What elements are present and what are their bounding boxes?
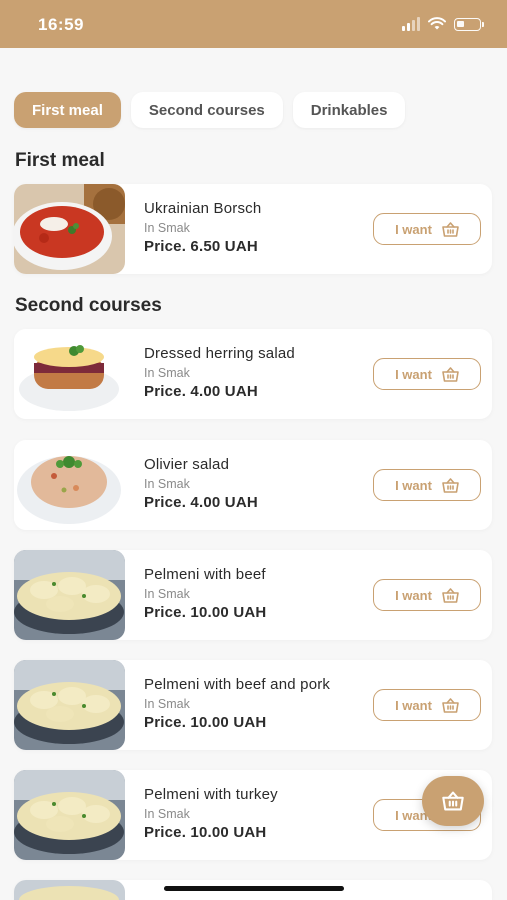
- basket-icon: [442, 587, 459, 603]
- dish-price: Price. 10.00 UAH: [144, 824, 267, 841]
- battery-icon: [454, 17, 484, 31]
- i-want-button[interactable]: I want: [373, 469, 481, 501]
- basket-icon: [442, 221, 459, 237]
- status-bar: 16:59: [0, 0, 507, 48]
- dish-image-pelmeni: [14, 880, 125, 900]
- dish-image-pelmeni: [14, 770, 125, 860]
- i-want-label: I want: [395, 477, 432, 493]
- category-tabs: First meal Second courses Drinkables: [14, 92, 406, 128]
- dish-price: Price. 10.00 UAH: [144, 714, 267, 731]
- status-time: 16:59: [38, 15, 84, 34]
- section-title-second-courses: Second courses: [15, 295, 162, 316]
- dish-card[interactable]: Pelmeni with turkey In Smak Price. 10.00…: [14, 770, 492, 860]
- dish-image-olivier-salad: [14, 440, 125, 530]
- dish-info: Pelmeni with beef and pork In Smak Price…: [144, 676, 330, 731]
- dish-info: Pelmeni with beef In Smak Price. 10.00 U…: [144, 566, 266, 621]
- dish-card[interactable]: Dressed herring salad In Smak Price. 4.0…: [14, 329, 492, 419]
- dish-image-borsch: [14, 184, 125, 274]
- dish-name: Pelmeni with beef and pork: [144, 676, 331, 693]
- basket-icon: [442, 697, 459, 713]
- dish-place: In Smak: [144, 587, 190, 601]
- status-icons: [402, 16, 484, 32]
- wifi-icon: [428, 17, 446, 30]
- dish-info: Olivier salad In Smak Price. 4.00 UAH: [144, 456, 258, 511]
- section-title-first-meal: First meal: [15, 150, 105, 171]
- dish-place: In Smak: [144, 697, 190, 711]
- dish-place: In Smak: [144, 366, 190, 380]
- dish-name: Dressed herring salad: [144, 345, 295, 362]
- dish-place: In Smak: [144, 221, 190, 235]
- dish-info: Dressed herring salad In Smak Price. 4.0…: [144, 345, 295, 400]
- i-want-button[interactable]: I want: [373, 358, 481, 390]
- i-want-label: I want: [395, 221, 432, 237]
- tab-second-courses[interactable]: Second courses: [130, 92, 283, 128]
- basket-icon: [442, 366, 459, 382]
- dish-place: In Smak: [144, 807, 190, 821]
- dish-name: Pelmeni with turkey: [144, 786, 278, 803]
- tab-drinkables[interactable]: Drinkables: [292, 92, 406, 128]
- cart-fab-button[interactable]: [422, 776, 484, 826]
- i-want-label: I want: [395, 366, 432, 382]
- dish-image-herring-salad: [14, 329, 125, 419]
- dish-price: Price. 6.50 UAH: [144, 238, 258, 255]
- i-want-label: I want: [395, 587, 432, 603]
- dish-card[interactable]: Pelmeni with beef In Smak Price. 10.00 U…: [14, 550, 492, 640]
- basket-icon: [442, 791, 464, 811]
- dish-card[interactable]: Ukrainian Borsch In Smak Price. 6.50 UAH…: [14, 184, 492, 274]
- dish-info: Pelmeni with turkey In Smak Price. 10.00…: [144, 786, 278, 841]
- basket-icon: [442, 477, 459, 493]
- dish-card[interactable]: Olivier salad In Smak Price. 4.00 UAH I …: [14, 440, 492, 530]
- signal-icon: [402, 17, 420, 31]
- dish-price: Price. 10.00 UAH: [144, 604, 267, 621]
- home-indicator: [164, 886, 344, 891]
- dish-image-pelmeni: [14, 660, 125, 750]
- i-want-button[interactable]: I want: [373, 213, 481, 245]
- i-want-button[interactable]: I want: [373, 689, 481, 721]
- dish-price: Price. 4.00 UAH: [144, 494, 258, 511]
- dish-image-pelmeni: [14, 550, 125, 640]
- dish-name: Ukrainian Borsch: [144, 200, 262, 217]
- i-want-label: I want: [395, 697, 432, 713]
- tab-first-meal[interactable]: First meal: [14, 92, 121, 128]
- dish-name: Pelmeni with beef: [144, 566, 266, 583]
- dish-info: Ukrainian Borsch In Smak Price. 6.50 UAH: [144, 200, 261, 255]
- dish-card[interactable]: Pelmeni with beef and pork In Smak Price…: [14, 660, 492, 750]
- dish-name: Olivier salad: [144, 456, 230, 473]
- dish-place: In Smak: [144, 477, 190, 491]
- i-want-button[interactable]: I want: [373, 579, 481, 611]
- dish-price: Price. 4.00 UAH: [144, 383, 258, 400]
